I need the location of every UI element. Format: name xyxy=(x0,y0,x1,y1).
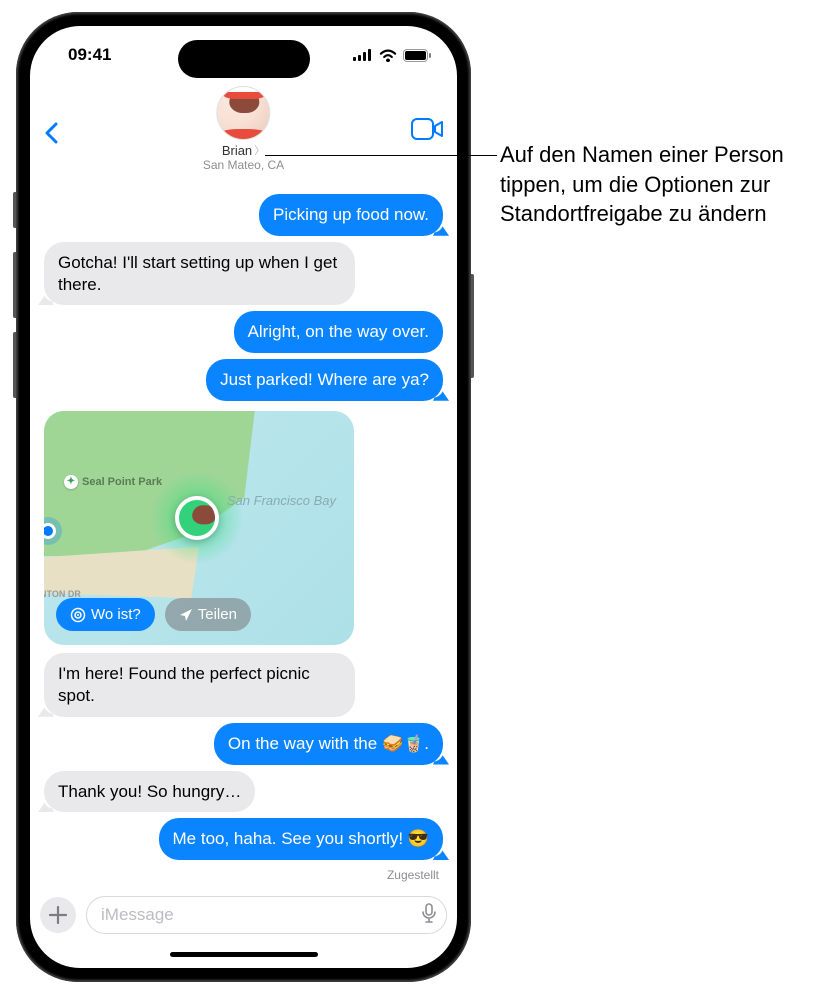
dynamic-island xyxy=(178,40,310,78)
message-sent[interactable]: Picking up food now. xyxy=(259,194,443,236)
contact-location-pin xyxy=(150,471,244,565)
callout-text: Auf den Namen einer Person tippen, um di… xyxy=(500,140,820,229)
power-button xyxy=(471,274,474,378)
message-sent[interactable]: Just parked! Where are ya? xyxy=(206,359,443,401)
input-placeholder: iMessage xyxy=(101,905,174,925)
battery-icon xyxy=(403,49,431,62)
findmy-button[interactable]: Wo ist? xyxy=(56,598,155,631)
message-sent[interactable]: Alright, on the way over. xyxy=(234,311,443,353)
findmy-icon xyxy=(70,607,86,623)
delivered-label: Zugestellt xyxy=(387,868,439,882)
nav-bar: Brian 〉 San Mateo, CA xyxy=(30,84,457,190)
contact-location: San Mateo, CA xyxy=(203,158,284,172)
facetime-button[interactable] xyxy=(411,118,443,145)
message-received[interactable]: Gotcha! I'll start setting up when I get… xyxy=(44,242,355,306)
message-list[interactable]: Picking up food now. Gotcha! I'll start … xyxy=(30,190,457,890)
chevron-right-icon: 〉 xyxy=(254,142,265,158)
message-received[interactable]: I'm here! Found the perfect picnic spot. xyxy=(44,653,355,717)
plus-icon xyxy=(49,906,67,924)
location-arrow-icon xyxy=(179,608,193,622)
iphone-frame: 09:41 Brian 〉 San Mateo, CA xyxy=(16,12,471,982)
mic-icon xyxy=(422,903,436,923)
poi-icon: ✦ xyxy=(64,475,78,489)
dictation-button[interactable] xyxy=(422,903,436,928)
back-button[interactable] xyxy=(44,88,58,151)
callout-leader-line xyxy=(265,155,497,156)
screen: 09:41 Brian 〉 San Mateo, CA xyxy=(30,26,457,968)
location-card[interactable]: ✦ Seal Point Park San Francisco Bay NTON… xyxy=(44,411,354,646)
contact-avatar[interactable] xyxy=(217,86,271,140)
volume-down-button xyxy=(13,332,16,398)
home-indicator[interactable] xyxy=(30,940,457,968)
composer: iMessage xyxy=(30,890,457,940)
add-button[interactable] xyxy=(40,897,76,933)
map-road-label: NTON DR xyxy=(44,589,81,599)
map-poi-label: ✦ Seal Point Park xyxy=(64,475,162,489)
message-received[interactable]: Thank you! So hungry… xyxy=(44,771,255,813)
message-sent[interactable]: On the way with the 🥪🧋. xyxy=(214,723,443,765)
status-time: 09:41 xyxy=(68,45,111,65)
volume-up-button xyxy=(13,252,16,318)
message-sent[interactable]: Me too, haha. See you shortly! 😎 xyxy=(159,818,443,860)
status-indicators xyxy=(353,49,431,62)
message-input[interactable]: iMessage xyxy=(86,896,447,934)
side-button xyxy=(13,192,16,228)
contact-name[interactable]: Brian xyxy=(222,143,252,158)
wifi-icon xyxy=(379,49,397,62)
cellular-icon xyxy=(353,49,373,61)
contact-header[interactable]: Brian 〉 San Mateo, CA xyxy=(203,86,284,172)
share-location-button[interactable]: Teilen xyxy=(165,598,251,631)
